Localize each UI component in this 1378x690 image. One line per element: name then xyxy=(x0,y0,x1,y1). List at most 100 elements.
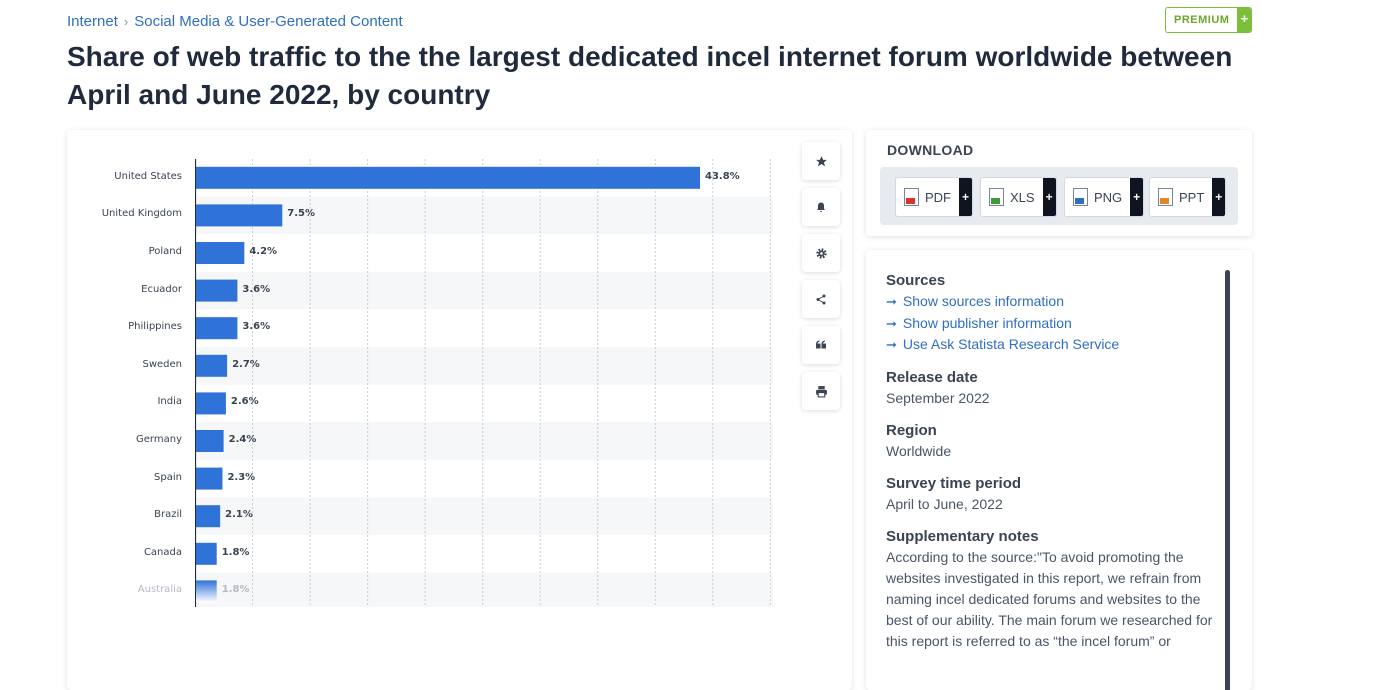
bar[interactable] xyxy=(196,392,226,415)
scrollbar[interactable] xyxy=(1225,270,1230,690)
bar[interactable] xyxy=(196,542,217,565)
row-stripe xyxy=(195,422,773,460)
supplementary-notes-value: According to the source:"To avoid promot… xyxy=(886,548,1213,649)
share-icon xyxy=(816,294,826,304)
row-stripe xyxy=(195,347,773,385)
bar[interactable] xyxy=(196,166,700,189)
download-png-button[interactable]: PNG + xyxy=(1064,177,1145,217)
quote-icon xyxy=(816,340,826,349)
settings-button[interactable] xyxy=(802,234,840,272)
category-label: United Kingdom xyxy=(101,208,182,220)
breadcrumb: Internet › Social Media & User-Generated… xyxy=(67,13,403,30)
xls-file-icon xyxy=(989,188,1004,206)
sources-heading: Sources xyxy=(886,272,946,289)
data-label: 2.3% xyxy=(227,471,256,483)
category-label: Ecuador xyxy=(141,283,182,295)
favorite-button[interactable] xyxy=(802,142,840,180)
show-publisher-label: Show publisher information xyxy=(902,314,1072,331)
ask-statista-label: Use Ask Statista Research Service xyxy=(902,336,1120,352)
data-label: 7.5% xyxy=(287,208,316,220)
show-sources-label: Show sources information xyxy=(902,293,1064,309)
bar[interactable] xyxy=(196,242,245,264)
premium-plus-icon: + xyxy=(1237,8,1252,32)
breadcrumb-internet[interactable]: Internet xyxy=(67,13,118,30)
ask-statista-link[interactable]: ➞ Use Ask Statista Research Service xyxy=(886,334,1216,356)
data-label: 1.8% xyxy=(221,546,250,558)
arrow-right-icon: ➞ xyxy=(886,294,897,309)
print-button[interactable] xyxy=(802,372,840,410)
row-stripe xyxy=(195,271,773,310)
arrow-right-icon: ➞ xyxy=(886,337,897,352)
bar-chart-svg xyxy=(195,159,773,607)
plus-icon: + xyxy=(1042,178,1056,216)
gear-icon xyxy=(815,247,827,259)
page-title: Share of web traffic to the the largest … xyxy=(67,41,1233,110)
bar[interactable] xyxy=(196,279,238,302)
download-pdf-button[interactable]: PDF + xyxy=(895,177,973,217)
bar[interactable] xyxy=(196,354,228,377)
plus-icon: + xyxy=(1212,178,1226,216)
data-label: 3.6% xyxy=(242,321,271,333)
ppt-file-icon xyxy=(1158,188,1173,206)
download-panel: DOWNLOAD PDF + XLS + PNG + PPT + xyxy=(866,130,1252,236)
pdf-file-icon xyxy=(904,188,919,206)
arrow-right-icon: ➞ xyxy=(886,315,897,331)
supplementary-notes-heading: Supplementary notes xyxy=(886,527,1039,545)
region-value: Worldwide xyxy=(886,442,952,459)
category-label: Philippines xyxy=(128,321,182,333)
print-icon xyxy=(815,385,827,397)
release-date-value: September 2022 xyxy=(886,389,990,406)
notification-button[interactable] xyxy=(802,188,840,226)
download-title: DOWNLOAD xyxy=(887,142,974,158)
category-label: Poland xyxy=(148,246,182,257)
data-label: 1.8% xyxy=(221,584,250,596)
bar[interactable] xyxy=(196,467,223,490)
release-date-heading: Release date xyxy=(886,368,978,386)
cite-button[interactable] xyxy=(802,326,840,364)
survey-period-heading: Survey time period xyxy=(886,474,1022,492)
data-label: 4.2% xyxy=(249,246,278,257)
plus-icon: + xyxy=(1130,178,1144,216)
show-sources-link[interactable]: ➞ Show sources information xyxy=(886,291,1216,313)
category-label: United States xyxy=(114,170,182,182)
download-ppt-button[interactable]: PPT + xyxy=(1149,177,1227,217)
breadcrumb-social-media[interactable]: Social Media & User-Generated Content xyxy=(134,13,402,30)
bar[interactable] xyxy=(196,317,238,340)
bar[interactable] xyxy=(196,505,221,528)
data-label: 2.1% xyxy=(225,509,253,521)
show-publisher-link[interactable]: ➞ Show publisher information xyxy=(886,313,1216,335)
breadcrumb-separator: › xyxy=(123,14,129,29)
png-file-icon xyxy=(1073,188,1088,206)
download-ppt-label: PPT xyxy=(1179,189,1205,205)
premium-label: PREMIUM xyxy=(1174,14,1230,26)
download-xls-button[interactable]: XLS + xyxy=(980,177,1057,217)
category-label: India xyxy=(157,396,182,408)
statistic-info-panel: Sources ➞ Show sources information ➞ Show … xyxy=(866,250,1252,690)
download-pdf-label: PDF xyxy=(925,189,951,205)
category-label: Brazil xyxy=(154,509,182,521)
region-heading: Region xyxy=(886,421,937,439)
download-xls-label: XLS xyxy=(1010,189,1035,205)
bell-icon xyxy=(817,202,825,212)
plus-icon: + xyxy=(959,178,972,216)
category-label: Spain xyxy=(154,471,182,483)
data-label: 2.6% xyxy=(230,396,259,408)
download-buttons: PDF + XLS + PNG + PPT + xyxy=(880,167,1238,225)
bar[interactable] xyxy=(196,430,224,452)
bar-chart: United States 43.8% United Kingdom 7.5% Pola… xyxy=(102,159,773,607)
premium-button[interactable]: PREMIUM + xyxy=(1165,7,1253,33)
bar[interactable] xyxy=(196,204,283,227)
row-stripe xyxy=(195,572,773,607)
category-label: Germany xyxy=(136,434,182,445)
bar[interactable] xyxy=(196,580,217,603)
data-label: 2.7% xyxy=(232,358,260,370)
download-png-label: PNG xyxy=(1094,189,1123,205)
data-label: 43.8% xyxy=(705,170,740,182)
data-label: 2.4% xyxy=(228,434,257,445)
chart-card: United States 43.8% United Kingdom 7.5% Pola… xyxy=(67,130,852,690)
category-label: Canada xyxy=(143,546,182,558)
share-button[interactable] xyxy=(802,280,840,318)
survey-period-value: April to June, 2022 xyxy=(886,495,1003,512)
category-label: Australia xyxy=(137,584,182,596)
data-label: 3.6% xyxy=(242,283,271,295)
